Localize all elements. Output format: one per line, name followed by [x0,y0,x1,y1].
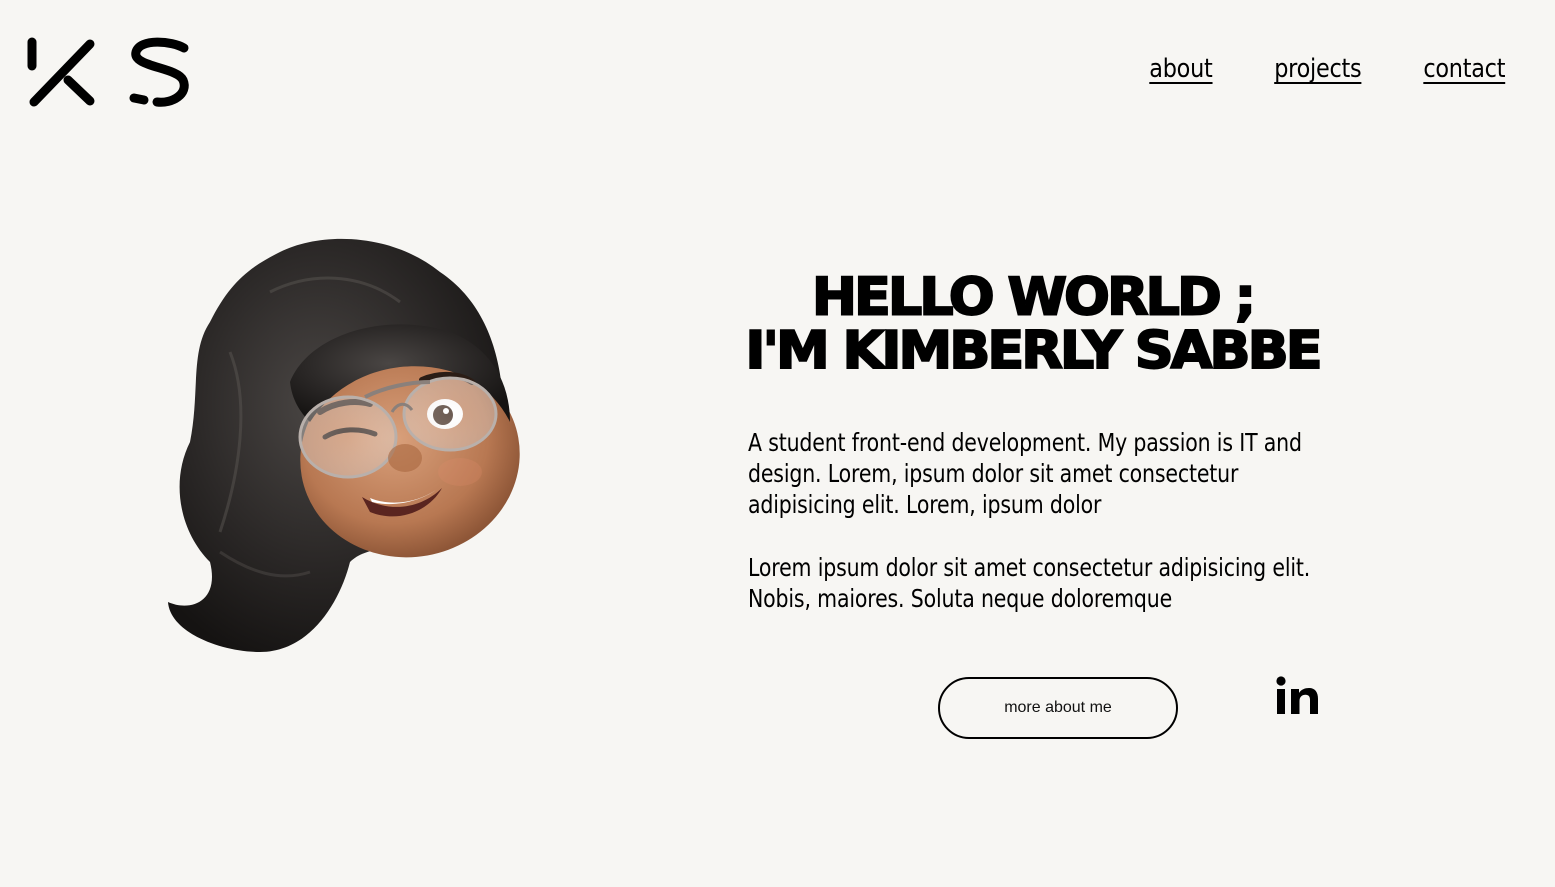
linkedin-icon[interactable] [1274,676,1320,716]
page: about projects contact HELLO WORLD ; I'M… [0,0,1555,887]
nav-link-projects[interactable]: projects [1275,54,1362,84]
hero-title: HELLO WORLD ; I'M KIMBERLY SABBE [740,266,1325,381]
main-nav: about projects contact [1139,54,1505,84]
nav-link-about[interactable]: about [1149,54,1212,84]
ks-logo[interactable] [22,34,197,114]
hero-title-line-2: I'M KIMBERLY SABBE [744,320,1323,381]
secondary-paragraph: Lorem ipsum dolor sit amet consectetur a… [748,553,1311,613]
memoji-avatar-image [168,238,520,652]
more-about-me-button[interactable]: more about me [938,677,1178,739]
nav-link-contact[interactable]: contact [1423,54,1505,84]
hero-title-line-1: HELLO WORLD ; [811,266,1257,327]
intro-paragraph: A student front-end development. My pass… [748,428,1302,519]
hero-section: HELLO WORLD ; I'M KIMBERLY SABBE [740,268,1325,380]
